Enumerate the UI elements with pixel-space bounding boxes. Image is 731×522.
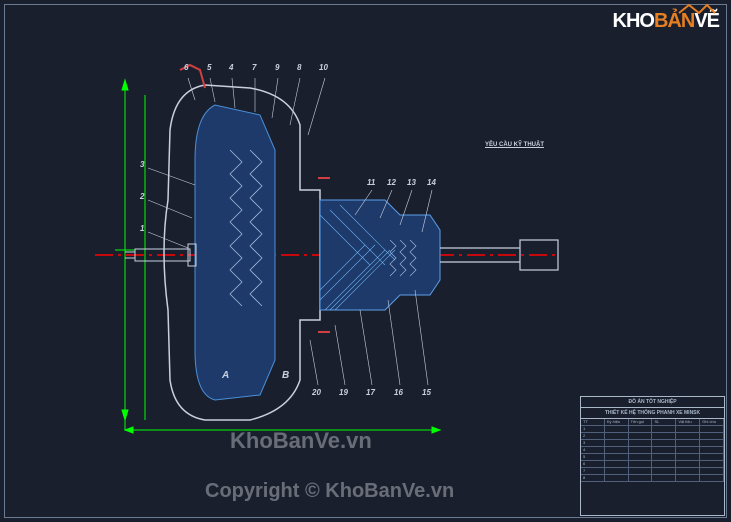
title-block-title: THIẾT KẾ HỆ THỐNG PHANH XE MINSK: [581, 408, 724, 419]
callout-20: 20: [312, 388, 321, 397]
title-block-cell: TT: [581, 419, 605, 425]
callout-1: 1: [140, 224, 144, 233]
title-block-cell: [700, 447, 724, 453]
title-block-cell: 4: [581, 447, 605, 453]
title-block-cell: [605, 468, 629, 474]
callout-13: 13: [407, 178, 416, 187]
title-block-cell: [676, 447, 700, 453]
title-block-cell: [605, 454, 629, 460]
title-block-cell: [652, 454, 676, 460]
title-block-cell: 3: [581, 440, 605, 446]
title-block-cell: 7: [581, 468, 605, 474]
title-block-row: 2: [581, 433, 724, 440]
logo-roof-icon: [677, 2, 717, 14]
title-block-cell: [605, 461, 629, 467]
title-block-cell: [676, 454, 700, 460]
title-block-cell: 1: [581, 426, 605, 432]
title-block-row: 1: [581, 426, 724, 433]
callout-2: 2: [140, 192, 144, 201]
title-block-cell: [605, 433, 629, 439]
title-block-cell: [605, 475, 629, 481]
callout-8: 8: [297, 63, 301, 72]
callout-14: 14: [427, 178, 436, 187]
title-block: ĐỒ ÁN TỐT NGHIỆP THIẾT KẾ HỆ THỐNG PHANH…: [580, 396, 725, 516]
callout-9: 9: [275, 63, 279, 72]
title-block-cell: [652, 426, 676, 432]
callout-12: 12: [387, 178, 396, 187]
zone-label-b: B: [282, 370, 289, 381]
title-block-cell: [629, 454, 653, 460]
zone-label-a: A: [222, 370, 229, 381]
callout-10: 10: [319, 63, 328, 72]
title-block-cell: [676, 468, 700, 474]
title-block-row: TTKý hiệuTên gọiSLVật liệuGhi chú: [581, 419, 724, 426]
title-block-cell: [652, 461, 676, 467]
title-block-row: 4: [581, 447, 724, 454]
title-block-cell: [700, 461, 724, 467]
title-block-cell: [652, 475, 676, 481]
title-block-cell: Vật liệu: [676, 419, 700, 425]
title-block-cell: [676, 426, 700, 432]
technical-notes-heading: YÊU CẦU KỸ THUẬT: [485, 142, 544, 148]
title-block-cell: [676, 475, 700, 481]
title-block-cell: [605, 426, 629, 432]
title-block-cell: Ký hiệu: [605, 419, 629, 425]
title-block-cell: Ghi chú: [700, 419, 724, 425]
title-block-cell: [700, 475, 724, 481]
title-block-row: 6: [581, 461, 724, 468]
callout-4: 4: [229, 63, 233, 72]
title-block-cell: [605, 447, 629, 453]
callout-7: 7: [252, 63, 256, 72]
title-block-row: 7: [581, 468, 724, 475]
title-block-cell: [629, 426, 653, 432]
callout-3: 3: [140, 160, 144, 169]
title-block-cell: 6: [581, 461, 605, 467]
khobanve-logo: KHOBẢNVẼ: [613, 10, 719, 33]
title-block-cell: [676, 461, 700, 467]
title-block-cell: [700, 454, 724, 460]
title-block-cell: 5: [581, 454, 605, 460]
logo-text-kho: KHO: [613, 10, 654, 32]
callout-19: 19: [339, 388, 348, 397]
title-block-row: 8: [581, 475, 724, 482]
title-block-cell: [700, 440, 724, 446]
title-block-cell: [629, 475, 653, 481]
title-block-row: 5: [581, 454, 724, 461]
title-block-cell: [700, 433, 724, 439]
callout-15: 15: [422, 388, 431, 397]
title-block-cell: [605, 440, 629, 446]
title-block-cell: [629, 447, 653, 453]
callout-16: 16: [394, 388, 403, 397]
title-block-cell: SL: [652, 419, 676, 425]
callout-6: 6: [184, 63, 188, 72]
title-block-project: ĐỒ ÁN TỐT NGHIỆP: [581, 397, 724, 408]
title-block-cell: [652, 433, 676, 439]
title-block-cell: [700, 468, 724, 474]
title-block-cell: 8: [581, 475, 605, 481]
title-block-cell: [700, 426, 724, 432]
title-block-cell: [652, 447, 676, 453]
title-block-cell: [676, 433, 700, 439]
title-block-cell: [629, 461, 653, 467]
callout-17: 17: [366, 388, 375, 397]
title-block-cell: Tên gọi: [629, 419, 653, 425]
title-block-cell: [652, 468, 676, 474]
title-block-cell: 2: [581, 433, 605, 439]
title-block-rows: TTKý hiệuTên gọiSLVật liệuGhi chú1234567…: [581, 419, 724, 482]
title-block-cell: [629, 433, 653, 439]
title-block-cell: [629, 440, 653, 446]
callout-5: 5: [207, 63, 211, 72]
title-block-cell: [629, 468, 653, 474]
title-block-cell: [676, 440, 700, 446]
title-block-row: 3: [581, 440, 724, 447]
title-block-cell: [652, 440, 676, 446]
callout-11: 11: [367, 178, 375, 187]
